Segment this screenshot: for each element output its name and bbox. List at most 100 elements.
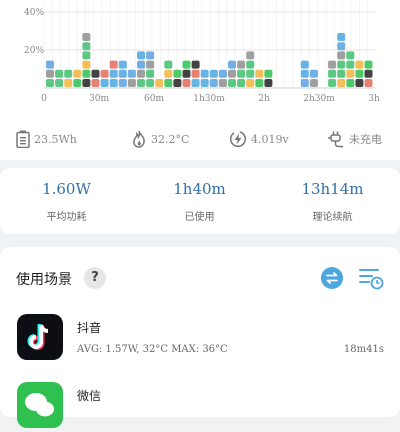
app-usage-icon-block	[173, 79, 182, 87]
app-usage-icon-block	[127, 69, 136, 78]
app-usage-icon-block	[264, 79, 273, 87]
app-usage-icon-block	[100, 69, 109, 78]
app-usage-icon-block	[73, 69, 82, 78]
used-time-item: 1h40m 已使用	[133, 168, 266, 234]
app-usage-icon-block	[364, 60, 373, 69]
app-name-tiktok: 抖音	[77, 321, 102, 335]
app-usage-icon-block	[146, 60, 155, 69]
app-usage-icon-block	[164, 60, 173, 69]
avg-power-label: 平均功耗	[46, 212, 87, 223]
app-usage-icon-block	[364, 79, 373, 87]
app-usage-icon-block	[164, 79, 173, 87]
app-usage-icon-block	[346, 79, 355, 87]
x-tick-label: 2h	[258, 94, 270, 104]
x-tick-label: 2h30m	[303, 94, 335, 104]
app-usage-icon-block	[118, 60, 127, 69]
app-name-wechat: 微信	[77, 389, 102, 403]
plug-icon	[328, 131, 343, 148]
x-tick-label: 60m	[144, 94, 164, 104]
app-usage-icon-block	[155, 79, 164, 87]
summary-card: 1.60W 平均功耗 1h40m 已使用 13h14m 理论续航	[0, 168, 400, 234]
app-usage-icon-block	[355, 79, 364, 87]
app-usage-icon-block	[46, 60, 54, 69]
energy-value: 23.5Wh	[34, 132, 77, 146]
temperature-value: 32.2°C	[151, 132, 190, 146]
battery-stats-row: 23.5Wh 32.2°C 4.019v 未充电	[0, 124, 400, 154]
battery-icon	[16, 130, 30, 148]
voltage-stat: 4.019v	[229, 124, 289, 154]
app-usage-icon-block	[337, 42, 346, 51]
app-usage-icon-block	[346, 60, 355, 69]
app-usage-icon-block	[118, 69, 127, 78]
app-usage-icon-block	[164, 69, 173, 78]
avg-power-item: 1.60W 平均功耗	[0, 168, 133, 234]
app-usage-icon-block	[82, 69, 91, 78]
app-usage-icon-block	[137, 79, 145, 87]
app-usage-icon-block	[209, 79, 218, 87]
app-usage-icon-block	[55, 69, 64, 78]
app-usage-icon-block	[118, 79, 127, 87]
flame-icon	[133, 130, 145, 148]
app-usage-icon-block	[218, 69, 227, 78]
app-usage-icon-block	[182, 79, 191, 87]
usage-scenes-title: 使用场景	[16, 272, 72, 288]
app-usage-icon-block	[228, 79, 236, 87]
app-usage-icon-block	[228, 60, 236, 69]
app-usage-icon-block	[337, 33, 346, 41]
used-time-label: 已使用	[184, 212, 215, 223]
app-usage-icon-block	[82, 42, 91, 51]
app-usage-icon-block	[109, 69, 118, 78]
app-usage-icon-block	[237, 79, 246, 87]
app-usage-icon-block	[146, 79, 155, 87]
energy-stat: 23.5Wh	[16, 124, 77, 154]
x-tick-label: 1h30m	[193, 94, 225, 104]
app-stats-tiktok: AVG: 1.57W, 32°C MAX: 36°C	[77, 344, 228, 355]
app-usage-icon-block	[300, 60, 309, 69]
app-usage-icon-block	[137, 51, 145, 60]
wechat-logo-icon	[25, 393, 54, 417]
y-tick-label: 20%	[24, 46, 44, 56]
app-usage-icon-block	[46, 79, 54, 87]
x-tick-label: 30m	[89, 94, 109, 104]
app-usage-icon-block	[328, 60, 337, 69]
sort-clock-icon[interactable]	[358, 267, 384, 291]
app-usage-icon-block	[355, 69, 364, 78]
app-usage-icon-block	[218, 79, 227, 87]
app-usage-icon-block	[346, 69, 355, 78]
app-usage-icon-block	[228, 69, 236, 78]
help-button[interactable]: ?	[84, 267, 106, 289]
charging-status: 未充电	[349, 133, 382, 146]
wechat-app-icon[interactable]	[17, 382, 63, 428]
app-usage-icon-block	[182, 60, 191, 69]
app-usage-icon-block	[146, 69, 155, 78]
app-usage-icon-block	[191, 79, 200, 87]
y-tick-label: 40%	[24, 8, 44, 18]
app-usage-icon-block	[200, 79, 209, 87]
voltage-icon	[229, 130, 247, 148]
app-usage-icon-block	[137, 60, 145, 69]
app-usage-icon-block	[109, 79, 118, 87]
app-usage-icon-block	[82, 60, 91, 69]
app-usage-icon-block	[91, 79, 100, 87]
app-usage-icon-block	[328, 79, 337, 87]
app-usage-icon-block	[200, 69, 209, 78]
usage-stacked-chart: 40% 20% 0 30m 60m 1h30m 2h 2h30m 3h	[24, 0, 380, 104]
app-usage-icon-block	[309, 79, 318, 87]
temperature-stat: 32.2°C	[131, 124, 189, 154]
voltage-value: 4.019v	[251, 132, 289, 146]
tiktok-app-icon[interactable]	[17, 314, 63, 360]
swap-icon[interactable]	[321, 267, 343, 289]
usage-scenes-card: 使用场景 ? 抖音 AVG: 1.57W, 32°C MAX: 36°C 18m…	[0, 247, 400, 428]
app-usage-icon-block	[355, 60, 364, 69]
charging-stat: 未充电	[327, 124, 382, 154]
app-usage-icon-block	[46, 69, 54, 78]
app-usage-icon-block	[255, 69, 264, 78]
x-tick-label: 0	[41, 94, 47, 104]
avg-power-value: 1.60W	[42, 180, 91, 198]
app-usage-icon-block	[246, 69, 255, 78]
app-usage-icon-block	[146, 51, 155, 60]
app-usage-icon-block	[364, 69, 373, 78]
app-usage-icon-block	[109, 60, 118, 69]
app-usage-icon-block	[100, 79, 109, 87]
est-runtime-item: 13h14m 理论续航	[266, 168, 399, 234]
